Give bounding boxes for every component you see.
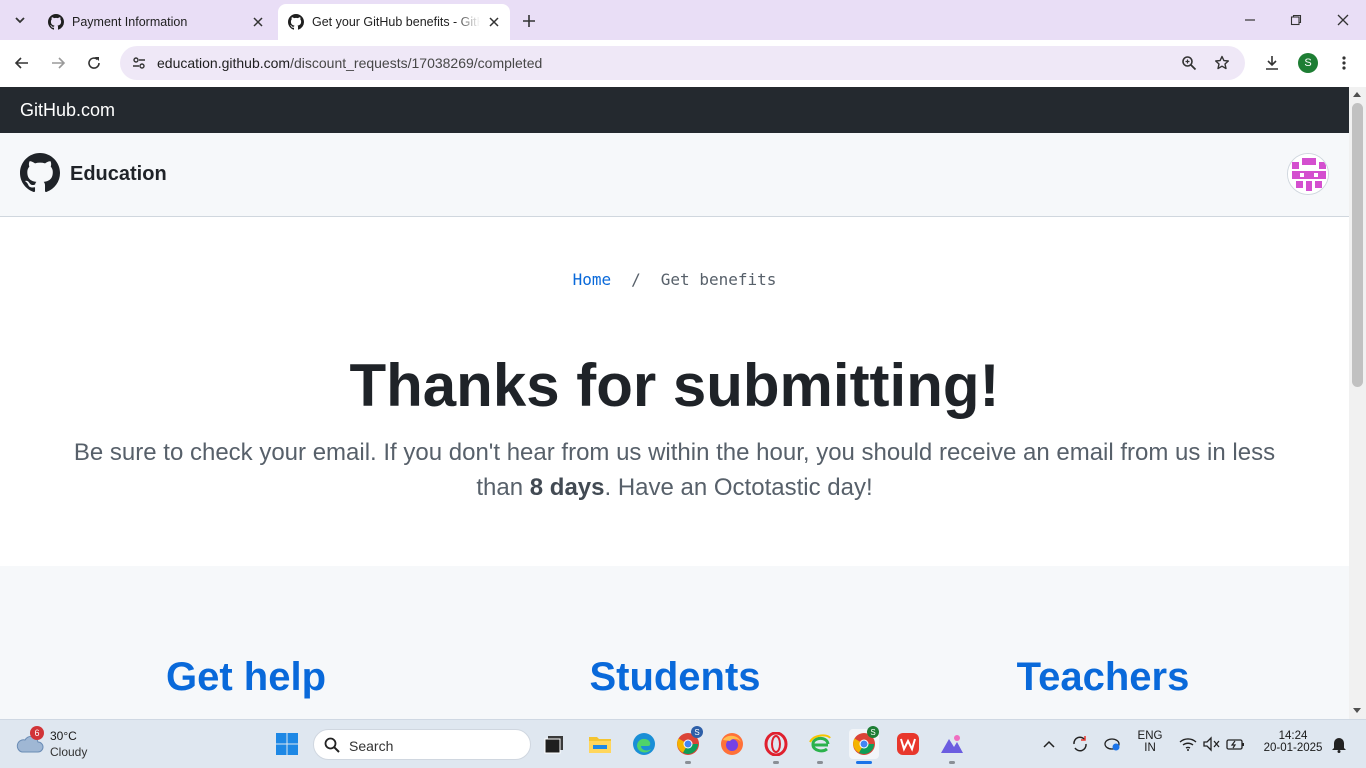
bookmark-star-icon[interactable] [1211, 52, 1233, 74]
confirmation-message: Be sure to check your email. If you don'… [60, 435, 1289, 505]
network-sync-icon[interactable] [1097, 729, 1127, 759]
running-indicator [685, 761, 691, 764]
github-octocat-logo-icon[interactable] [20, 153, 60, 193]
photos-app-icon[interactable] [937, 729, 967, 759]
sync-app-icon[interactable] [1065, 729, 1095, 759]
scrollbar-thumb[interactable] [1352, 103, 1363, 387]
back-arrow-icon[interactable] [10, 51, 34, 75]
tab-payment-information[interactable]: Payment Information [38, 4, 274, 40]
edge-browser-icon[interactable] [629, 729, 659, 759]
breadcrumb: Home / Get benefits [0, 270, 1349, 289]
more-menu-icon[interactable] [1332, 51, 1356, 75]
breadcrumb-current: Get benefits [660, 270, 777, 289]
url-text[interactable]: education.github.com/discount_requests/1… [157, 55, 542, 71]
education-title[interactable]: Education [70, 163, 167, 186]
tab-title: Payment Information [72, 15, 188, 29]
notification-bell-icon[interactable] [1324, 729, 1354, 759]
active-running-indicator [856, 761, 872, 764]
chrome-profile-icon[interactable]: S [673, 726, 703, 759]
close-tab-icon[interactable] [486, 14, 502, 30]
language-region: IN [1144, 742, 1156, 754]
taskbar-search-box[interactable]: Search [313, 729, 531, 760]
reload-icon[interactable] [82, 51, 106, 75]
clock-time: 14:24 [1278, 730, 1308, 742]
windows-taskbar: 6 30°C Cloudy Search S S ENG IN 14:24 20… [0, 719, 1366, 768]
show-hidden-icons-chevron-icon[interactable] [1034, 729, 1064, 759]
profile-badge: S [867, 726, 879, 738]
page-viewport: GitHub.com Education Home / Get benefits T… [0, 87, 1349, 719]
restore-window-icon[interactable] [1284, 8, 1308, 32]
firefox-icon[interactable] [717, 729, 747, 759]
weather-condition: Cloudy [50, 745, 88, 759]
tab-strip: Payment Information Get your GitHub bene… [0, 0, 1366, 40]
teachers-heading[interactable]: Teachers [943, 655, 1263, 700]
new-tab-plus-icon[interactable] [518, 10, 540, 32]
breadcrumb-separator: / [631, 270, 641, 289]
tab-get-github-benefits[interactable]: Get your GitHub benefits - GitHub Educat… [278, 4, 510, 40]
url-host: education.github.com [157, 55, 291, 71]
language-indicator[interactable]: ENG IN [1130, 730, 1170, 754]
github-topbar: GitHub.com [0, 87, 1349, 133]
message-text-end: . Have an Octotastic day! [604, 474, 873, 501]
address-bar[interactable]: education.github.com/discount_requests/1… [120, 46, 1245, 80]
windows-start-icon[interactable] [272, 729, 302, 759]
profile-avatar[interactable]: S [1298, 53, 1318, 73]
page-title: Thanks for submitting! [349, 352, 1000, 419]
task-view-icon[interactable] [540, 729, 570, 759]
message-bold-duration: 8 days [529, 474, 605, 501]
scroll-down-arrow-icon[interactable] [1353, 708, 1361, 713]
education-header: Education [0, 133, 1349, 217]
forward-arrow-icon[interactable] [46, 51, 70, 75]
language-code: ENG [1137, 730, 1163, 742]
chrome-active-icon[interactable]: S [849, 726, 879, 759]
search-label: Search [349, 738, 394, 754]
clock-date: 20-01-2025 [1263, 742, 1323, 754]
download-icon[interactable] [1260, 51, 1284, 75]
url-path: /discount_requests/17038269/completed [290, 55, 543, 71]
running-indicator [773, 761, 779, 764]
vertical-scrollbar[interactable] [1349, 87, 1366, 719]
running-indicator [949, 761, 955, 764]
scroll-up-arrow-icon[interactable] [1353, 92, 1361, 97]
minimize-icon[interactable] [1238, 8, 1262, 32]
github-home-link[interactable]: GitHub.com [20, 100, 115, 120]
user-avatar[interactable] [1287, 153, 1329, 195]
get-help-heading[interactable]: Get help [86, 655, 406, 700]
breadcrumb-home-link[interactable]: Home [573, 270, 612, 289]
clock[interactable]: 14:24 20-01-2025 [1255, 730, 1331, 754]
file-explorer-icon[interactable] [585, 729, 615, 759]
site-info-tune-icon[interactable] [128, 52, 150, 74]
running-indicator [817, 761, 823, 764]
green-e-browser-icon[interactable] [805, 729, 835, 759]
tab-title: Get your GitHub benefits - GitHub Educat… [312, 15, 480, 29]
search-icon [324, 737, 340, 753]
opera-icon[interactable] [761, 729, 791, 759]
tab-search-chevron-icon[interactable] [8, 8, 32, 32]
profile-badge: S [691, 726, 703, 738]
weather-temperature: 30°C [50, 729, 77, 743]
close-window-icon[interactable] [1331, 8, 1355, 32]
weather-alert-badge: 6 [30, 726, 44, 740]
students-heading[interactable]: Students [515, 655, 835, 700]
github-favicon-icon [48, 14, 64, 30]
close-tab-icon[interactable] [250, 14, 266, 30]
zoom-magnifier-icon[interactable] [1178, 52, 1200, 74]
browser-toolbar: education.github.com/discount_requests/1… [0, 40, 1366, 87]
wps-office-icon[interactable] [893, 729, 923, 759]
battery-icon[interactable] [1221, 729, 1251, 759]
github-favicon-icon [288, 14, 304, 30]
